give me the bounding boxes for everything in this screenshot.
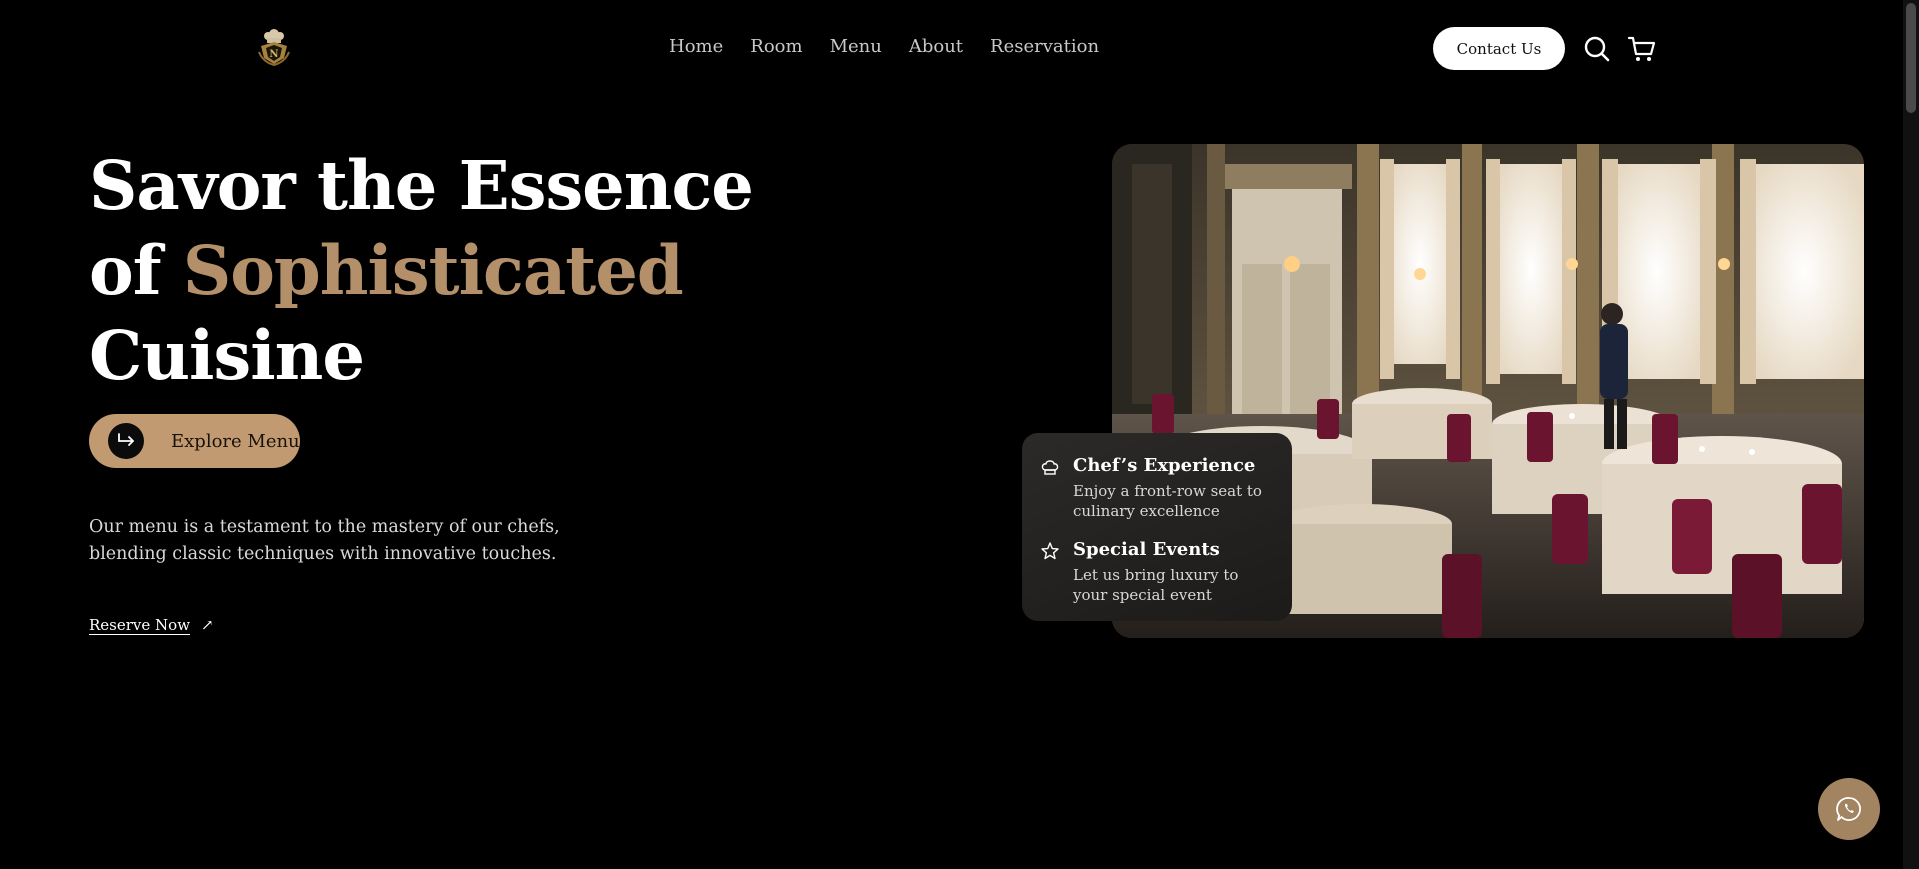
nav-room[interactable]: Room: [750, 36, 802, 57]
nav-reservation[interactable]: Reservation: [990, 36, 1099, 57]
explore-icon-circle: [108, 423, 144, 459]
reserve-now-label: Reserve Now: [89, 616, 191, 634]
logo[interactable]: N: [257, 28, 291, 67]
hero-title-accent: Sophisticated: [182, 231, 684, 310]
feature-description: Let us bring luxury to your special even…: [1073, 566, 1239, 604]
chef-hat-icon: [1041, 460, 1059, 475]
search-icon: [1584, 36, 1610, 62]
feature-description: Enjoy a front-row seat to culinary excel…: [1073, 482, 1262, 520]
nav-home[interactable]: Home: [669, 36, 723, 57]
hero-title-of: of: [89, 231, 162, 310]
feature-title: Chef’s Experience: [1073, 455, 1256, 476]
contact-us-button[interactable]: Contact Us: [1433, 27, 1565, 70]
features-card: Chef’s Experience Enjoy a front-row seat…: [1022, 433, 1292, 621]
cart-button[interactable]: [1627, 34, 1657, 64]
hero-title-line3: Cuisine: [89, 316, 365, 395]
whatsapp-icon: [1836, 797, 1861, 821]
feature-title: Special Events: [1073, 539, 1220, 560]
explore-menu-label: Explore Menu: [171, 430, 300, 452]
search-button[interactable]: [1582, 34, 1612, 64]
page-scrollbar[interactable]: [1903, 0, 1919, 869]
scrollbar-thumb[interactable]: [1906, 3, 1916, 113]
chef-crest-logo: N: [258, 29, 290, 67]
reserve-now-link[interactable]: Reserve Now ↗: [89, 616, 214, 634]
svg-text:N: N: [269, 49, 278, 60]
nav-menu[interactable]: Menu: [830, 36, 882, 57]
hero-title-line1: Savor the Essence: [89, 146, 754, 225]
hero-description: Our menu is a testament to the mastery o…: [89, 517, 560, 564]
star-icon: [1041, 542, 1059, 560]
hero-title: Savor the Essence of Sophisticated Cuisi…: [89, 143, 789, 398]
nav-about[interactable]: About: [909, 36, 963, 57]
return-arrow-icon: [118, 433, 134, 446]
explore-menu-button[interactable]: Explore Menu: [89, 414, 300, 468]
main-nav: Home Room Menu About Reservation: [669, 36, 1126, 57]
cart-icon: [1627, 36, 1656, 61]
whatsapp-chat-button[interactable]: [1818, 778, 1880, 840]
arrow-up-right-icon: ↗: [201, 616, 214, 634]
